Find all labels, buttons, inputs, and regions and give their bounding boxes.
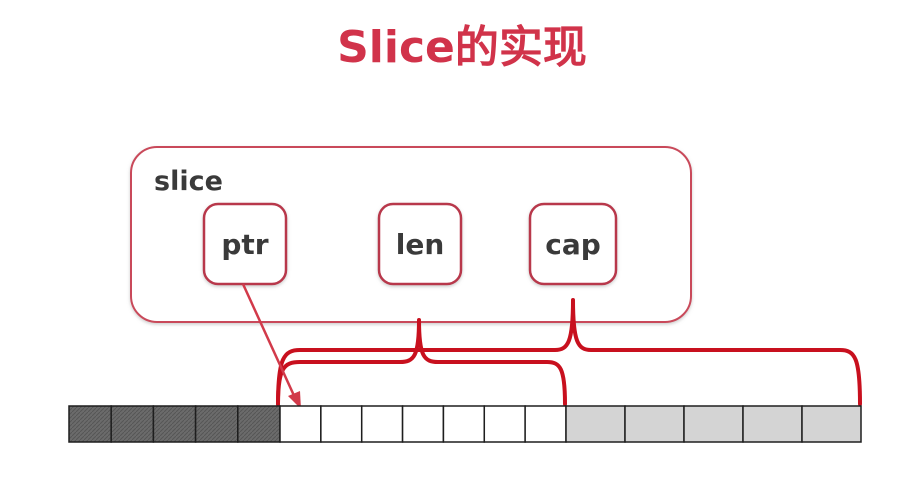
field-cap-label: cap: [545, 228, 601, 261]
array-cell-cap-extra-region: [565, 405, 626, 443]
array-cell-cap-extra-region: [801, 405, 862, 443]
field-len: len: [377, 202, 463, 286]
field-ptr: ptr: [202, 202, 288, 286]
array-cell-len-region: [442, 405, 486, 443]
page-title: Slice的实现: [337, 22, 587, 73]
field-cap: cap: [528, 202, 618, 286]
underlying-array: [68, 405, 862, 443]
array-cell-len-region: [401, 405, 445, 443]
field-len-label: len: [396, 228, 445, 261]
array-cell-len-region: [360, 405, 404, 443]
slice-diagram: Slice的实现 slice ptr len cap: [68, 22, 862, 443]
array-cell-before-ptr: [110, 405, 155, 443]
array-cell-len-region: [279, 405, 322, 443]
array-cell-before-ptr: [152, 405, 197, 443]
array-cell-cap-extra-region: [683, 405, 744, 443]
array-cell-cap-extra-region: [742, 405, 803, 443]
array-cell-before-ptr: [68, 405, 112, 443]
array-cell-before-ptr: [194, 405, 239, 443]
len-brace: [276, 318, 567, 406]
array-cell-len-region: [524, 405, 567, 443]
array-cell-len-region: [483, 405, 526, 443]
array-cell-before-ptr: [237, 405, 281, 443]
slice-label: slice: [154, 166, 223, 197]
field-ptr-label: ptr: [221, 228, 268, 261]
array-cell-cap-extra-region: [624, 405, 685, 443]
array-cell-len-region: [320, 405, 363, 443]
